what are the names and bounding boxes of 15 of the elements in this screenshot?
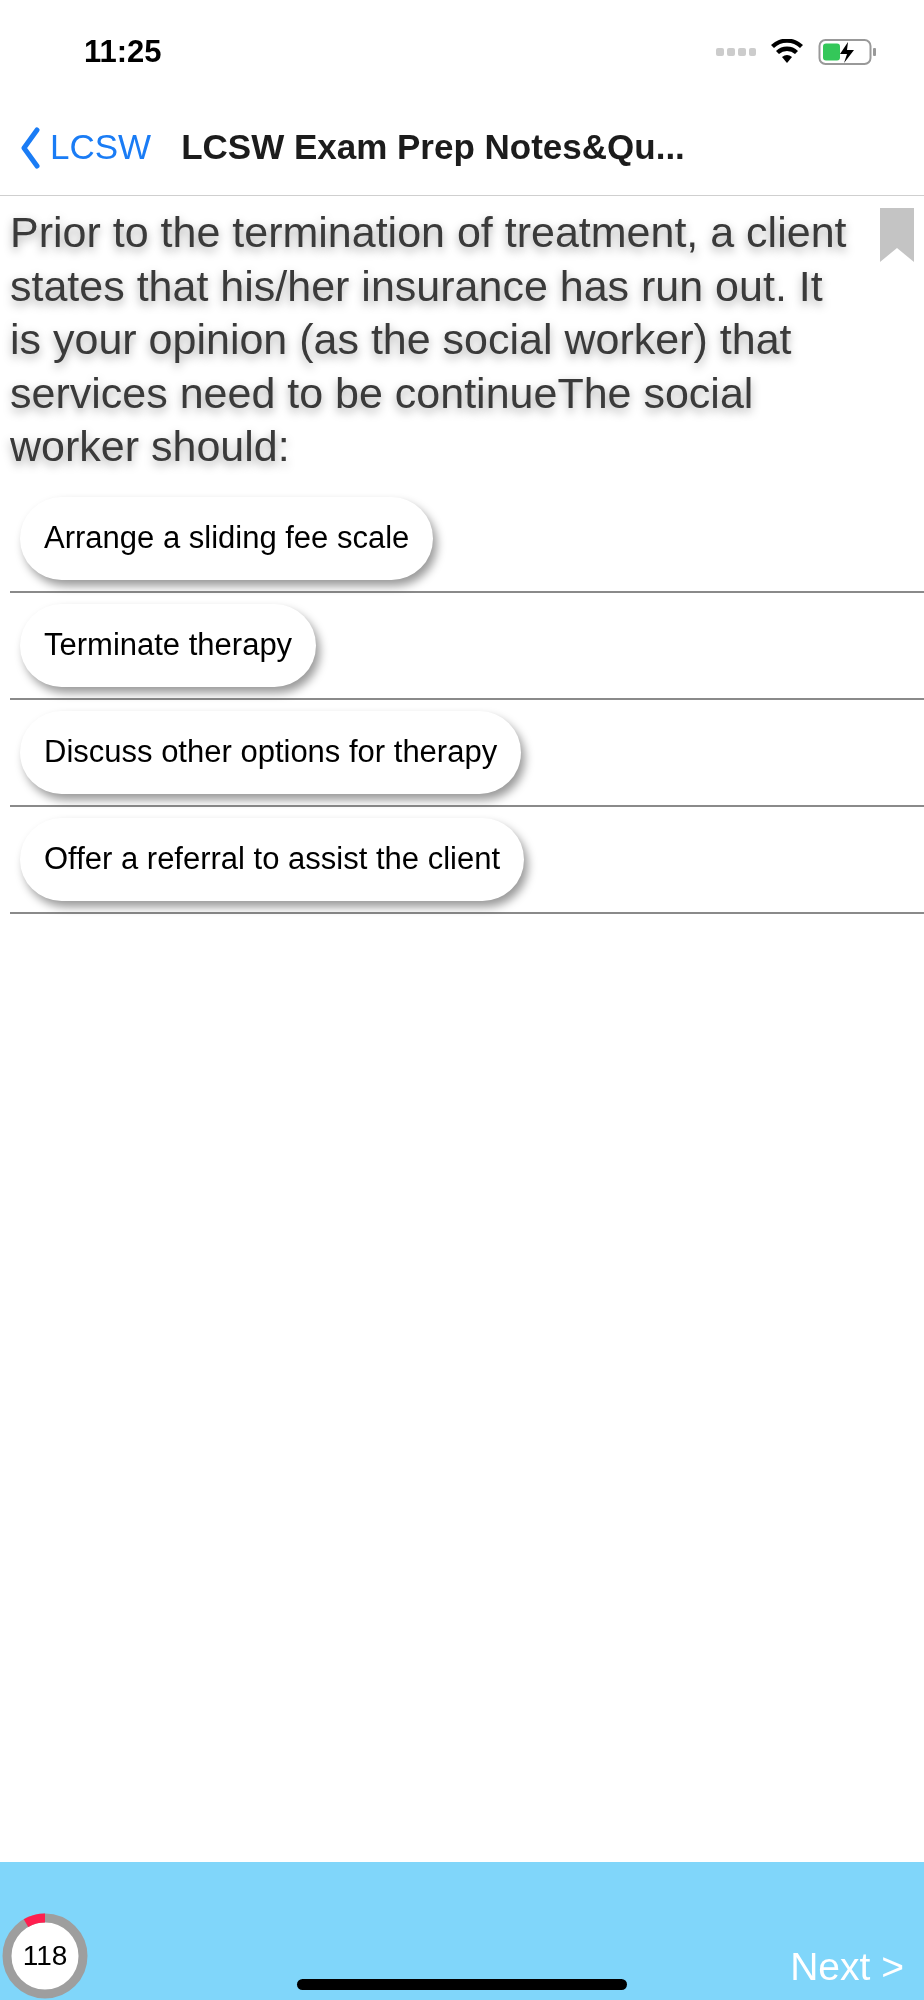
answer-option[interactable]: Arrange a sliding fee scale: [20, 496, 434, 580]
screen-title: LCSW Exam Prep Notes&Qu...: [181, 126, 685, 169]
question-text: Prior to the termination of treatment, a client states that his/her insurance has run out. It is your opinion (as the social worker) that services need to be continueThe social worker should:: [10, 207, 848, 472]
status-time: 11:25: [84, 32, 162, 71]
bookmark-icon[interactable]: [880, 208, 914, 262]
back-button[interactable]: LCSW: [20, 121, 152, 174]
signal-icon: [716, 47, 756, 57]
answer-option[interactable]: Terminate therapy: [20, 603, 317, 687]
progress-ring-icon: [1, 1912, 89, 2000]
battery-icon: [818, 38, 876, 66]
back-chevron-icon: [20, 126, 40, 169]
answer-option[interactable]: Discuss other options for therapy: [20, 710, 522, 794]
wifi-icon: [770, 39, 804, 65]
answer-option[interactable]: Offer a referral to assist the client: [20, 817, 524, 901]
progress-count: 118: [21, 1939, 69, 1973]
